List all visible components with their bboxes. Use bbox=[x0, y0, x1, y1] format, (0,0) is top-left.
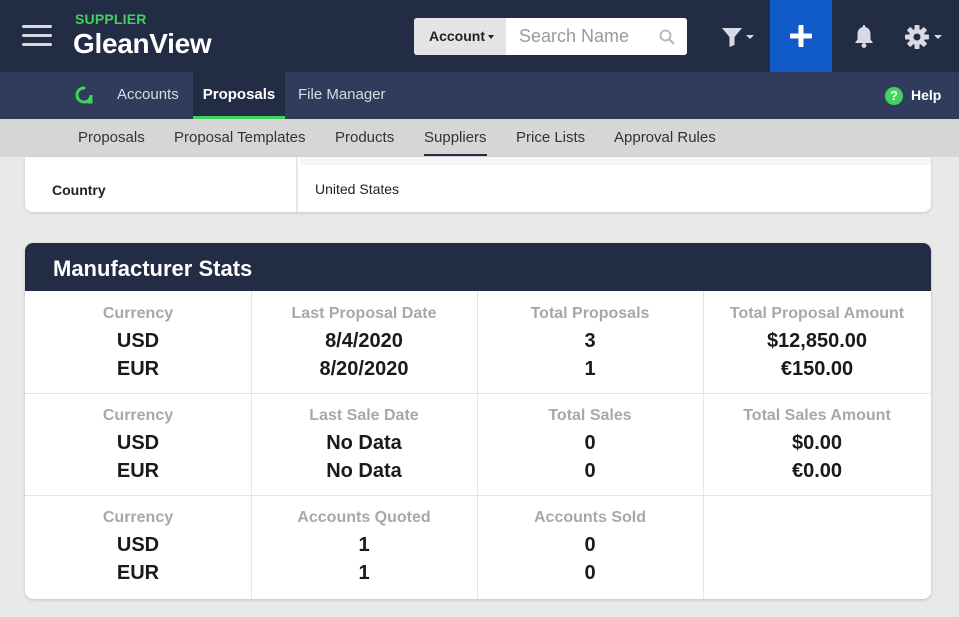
gear-icon[interactable] bbox=[901, 22, 945, 52]
help-label: Help bbox=[911, 87, 942, 103]
stat-cell-last-sale-date: Last Sale Date No Data No Data bbox=[251, 393, 477, 495]
subnav-item-proposals[interactable]: Proposals bbox=[78, 119, 145, 157]
search-type-dropdown[interactable]: Account bbox=[414, 18, 506, 55]
stat-cell-currency: Currency USD EUR bbox=[25, 291, 251, 393]
stat-value-eur: €150.00 bbox=[780, 358, 854, 380]
stat-cell-total-sales-amount: Total Sales Amount $0.00 €0.00 bbox=[703, 393, 931, 495]
stat-value-eur: 8/20/2020 bbox=[319, 358, 409, 380]
stat-value-eur: EUR bbox=[116, 460, 160, 482]
stat-cell-accounts-quoted: Accounts Quoted 1 1 bbox=[251, 495, 477, 597]
stat-value-usd: 1 bbox=[358, 534, 370, 556]
country-label: Country bbox=[52, 182, 106, 198]
stat-cell-total-sales: Total Sales 0 0 bbox=[477, 393, 703, 495]
stat-label: Currency bbox=[102, 305, 174, 322]
subnav-item-suppliers[interactable]: Suppliers bbox=[424, 119, 487, 156]
stats-grid: Currency USD EUR Last Proposal Date 8/4/… bbox=[25, 291, 931, 599]
stat-label: Currency bbox=[102, 509, 174, 526]
stat-value-usd: 8/4/2020 bbox=[325, 330, 403, 352]
subnav-item-price-lists[interactable]: Price Lists bbox=[516, 119, 585, 157]
search-icon[interactable] bbox=[659, 29, 675, 45]
search-type-label: Account bbox=[429, 28, 485, 44]
hamburger-menu-icon[interactable] bbox=[22, 25, 52, 47]
stat-value-usd: $12,850.00 bbox=[766, 330, 868, 352]
bell-icon[interactable] bbox=[850, 24, 878, 50]
brand-subtitle: SUPPLIER bbox=[75, 11, 147, 27]
brand-logo-text[interactable]: GleanView bbox=[73, 28, 212, 60]
main-nav: Accounts Proposals File Manager ? Help bbox=[0, 72, 959, 119]
stat-value-eur: No Data bbox=[326, 460, 402, 482]
stat-value-usd: USD bbox=[116, 330, 160, 352]
subnav-item-approval-rules[interactable]: Approval Rules bbox=[614, 119, 716, 157]
stat-label: Total Proposal Amount bbox=[729, 305, 905, 322]
stat-cell-total-proposals: Total Proposals 3 1 bbox=[477, 291, 703, 393]
gleanview-logo-icon[interactable] bbox=[75, 86, 93, 104]
stat-value-usd: 0 bbox=[584, 432, 596, 454]
search-bar: Account bbox=[414, 18, 687, 55]
stat-value-eur: 1 bbox=[358, 562, 370, 584]
stats-title: Manufacturer Stats bbox=[53, 256, 253, 281]
stat-value-usd: USD bbox=[116, 534, 160, 556]
caret-down-icon bbox=[488, 35, 494, 39]
question-circle-icon: ? bbox=[885, 87, 903, 105]
stat-label: Last Proposal Date bbox=[291, 305, 437, 322]
stat-value-eur: EUR bbox=[116, 358, 160, 380]
manufacturer-stats-card: Manufacturer Stats Currency USD EUR Last… bbox=[25, 243, 931, 599]
subnav-item-products[interactable]: Products bbox=[335, 119, 394, 157]
stat-value-usd: $0.00 bbox=[791, 432, 843, 454]
filter-icon[interactable] bbox=[720, 24, 758, 50]
plus-icon bbox=[790, 25, 812, 47]
country-label-cell: Country bbox=[25, 157, 298, 212]
stat-value-eur: €0.00 bbox=[791, 460, 843, 482]
stat-value-eur: 0 bbox=[584, 562, 596, 584]
stat-cell-total-proposal-amount: Total Proposal Amount $12,850.00 €150.00 bbox=[703, 291, 931, 393]
sub-nav: Proposals Proposal Templates Products Su… bbox=[0, 119, 959, 157]
stat-cell-accounts-sold: Accounts Sold 0 0 bbox=[477, 495, 703, 597]
country-value-cell: United States bbox=[300, 165, 931, 212]
stat-label: Last Sale Date bbox=[309, 407, 419, 424]
stat-label: Accounts Quoted bbox=[297, 509, 431, 526]
stat-value-eur: 0 bbox=[584, 460, 596, 482]
nav-item-proposals[interactable]: Proposals bbox=[193, 72, 285, 119]
supplier-details-card: Country United States bbox=[25, 157, 931, 212]
stat-value-eur: 1 bbox=[584, 358, 596, 380]
subnav-item-proposal-templates[interactable]: Proposal Templates bbox=[174, 119, 305, 157]
stat-cell-last-proposal-date: Last Proposal Date 8/4/2020 8/20/2020 bbox=[251, 291, 477, 393]
add-button[interactable] bbox=[770, 0, 832, 72]
stat-value-usd: 3 bbox=[584, 330, 596, 352]
stat-label: Total Sales Amount bbox=[743, 407, 891, 424]
nav-item-accounts[interactable]: Accounts bbox=[105, 72, 191, 119]
nav-item-file-manager[interactable]: File Manager bbox=[286, 72, 398, 119]
stats-header: Manufacturer Stats bbox=[25, 243, 931, 291]
top-header: SUPPLIER GleanView Account bbox=[0, 0, 959, 72]
country-value: United States bbox=[315, 181, 400, 197]
stat-label: Accounts Sold bbox=[533, 509, 646, 526]
stat-cell-currency: Currency USD EUR bbox=[25, 495, 251, 597]
stat-cell-currency: Currency USD EUR bbox=[25, 393, 251, 495]
stat-label: Currency bbox=[102, 407, 174, 424]
stat-label: Total Sales bbox=[548, 407, 632, 424]
stat-value-usd: No Data bbox=[326, 432, 402, 454]
stat-value-usd: 0 bbox=[584, 534, 596, 556]
stat-cell-empty bbox=[703, 495, 931, 597]
stat-value-eur: EUR bbox=[116, 562, 160, 584]
stat-value-usd: USD bbox=[116, 432, 160, 454]
stat-label: Total Proposals bbox=[530, 305, 650, 322]
